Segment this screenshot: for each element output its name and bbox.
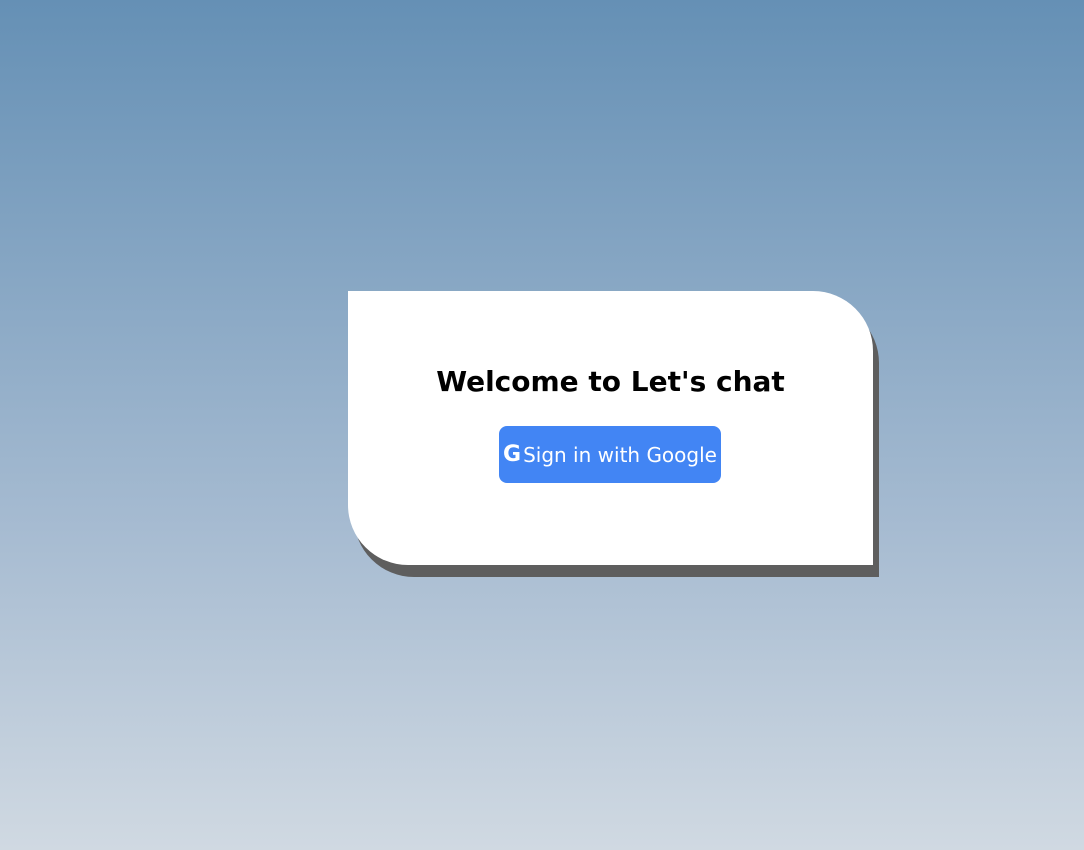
- google-sign-in-button[interactable]: G Sign in with Google: [499, 426, 721, 483]
- sign-in-label: Sign in with Google: [523, 442, 717, 467]
- welcome-title: Welcome to Let's chat: [436, 365, 785, 398]
- google-icon: G: [503, 441, 522, 467]
- welcome-card: Welcome to Let's chat G Sign in with Goo…: [348, 291, 873, 565]
